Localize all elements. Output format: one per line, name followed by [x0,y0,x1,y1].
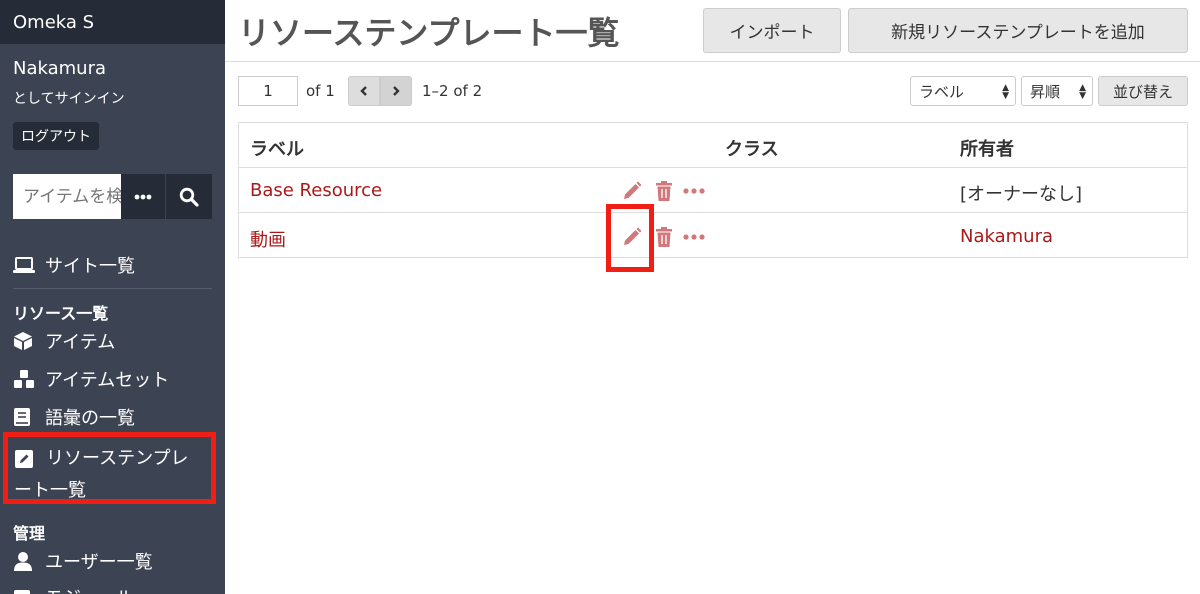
sidebar-item-label: アイテムセット [45,370,170,391]
select-arrows-icon: ▲ ▼ [1079,83,1086,101]
sidebar-item-items[interactable]: アイテム [13,328,115,354]
sidebar-item-modules[interactable]: モジュール [13,584,134,594]
trash-icon [656,181,672,201]
chevron-left-icon [360,86,367,96]
header-divider [225,61,1200,62]
brand-title[interactable]: Omeka S [0,0,225,44]
sidebar-divider [13,288,212,289]
search-form [13,174,212,219]
template-owner-cell: [オーナーなし] [960,184,1083,205]
previous-page-button[interactable] [348,76,380,106]
delete-button[interactable] [654,180,674,202]
template-owner-link[interactable]: Nakamura [960,226,1053,247]
template-label-link[interactable]: 動画 [250,226,286,252]
signed-in-as-text: としてサインイン [13,91,125,107]
sidebar-item-label-line2: ート一覧 [14,480,86,501]
row-divider [239,212,1187,213]
chevron-right-icon [393,86,400,96]
sidebar-item-label: アイテム [45,332,116,353]
puzzle-icon [13,587,37,594]
column-header-label: ラベル [250,139,304,160]
laptop-icon [13,256,37,274]
sidebar-item-label: モジュール [45,584,134,594]
row-divider [239,167,1187,168]
resource-templates-table: ラベル クラス 所有者 Base Resource [オーナーなし] 動画 Na… [238,122,1188,258]
search-options-button[interactable] [121,174,166,219]
page-title: リソーステンプレート一覧 [238,14,620,52]
cube-icon [13,331,37,351]
import-button[interactable]: インポート [703,8,841,53]
template-label-link[interactable]: Base Resource [250,180,382,201]
sort-by-value: ラベル [919,82,965,101]
sidebar-item-sites[interactable]: サイト一覧 [13,252,135,278]
column-header-owner: 所有者 [960,139,1014,160]
more-actions-button[interactable] [682,226,706,248]
sidebar-item-label: リソーステンプレ ート一覧 [14,443,189,507]
sidebar-item-item-sets[interactable]: アイテムセット [13,366,169,392]
search-input[interactable] [13,174,121,219]
trash-icon [656,227,672,247]
sidebar-heading-resources: リソース一覧 [13,304,109,323]
sidebar-item-label-line1: リソーステンプレ [46,448,189,469]
search-icon [179,187,199,207]
more-icon [683,188,705,194]
results-range-text: 1–2 of 2 [422,82,483,100]
user-icon [13,551,37,571]
pencil-icon [624,227,642,245]
sort-by-select[interactable]: ラベル ▲ ▼ [910,76,1016,106]
next-page-button[interactable] [380,76,412,106]
column-header-class: クラス [725,139,779,160]
sidebar-item-label: ユーザー一覧 [45,552,153,573]
more-icon [683,234,705,240]
edit-button[interactable] [621,226,643,248]
edit-button[interactable] [621,180,643,202]
more-actions-button[interactable] [682,180,706,202]
add-resource-template-button[interactable]: 新規リソーステンプレートを追加 [848,8,1188,53]
sort-order-select[interactable]: 昇順 ▲ ▼ [1021,76,1093,106]
sidebar-item-label: 語彙の一覧 [45,408,135,429]
sidebar-item-users[interactable]: ユーザー一覧 [13,548,153,574]
sidebar-item-label: サイト一覧 [45,256,135,277]
book-icon [13,407,37,427]
sort-order-value: 昇順 [1030,82,1061,101]
page-number-input[interactable] [238,76,298,106]
delete-button[interactable] [654,226,674,248]
sidebar-heading-admin: 管理 [13,524,46,543]
select-arrows-icon: ▲ ▼ [1002,83,1009,101]
more-icon [134,194,152,199]
edit-square-icon [14,449,38,469]
sidebar: Omeka S Nakamura としてサインイン ログアウト サイト一覧 リソ… [0,0,225,594]
sidebar-item-resource-templates[interactable]: リソーステンプレ ート一覧 [3,432,216,504]
sidebar-item-vocabularies[interactable]: 語彙の一覧 [13,404,135,430]
sort-button[interactable]: 並び替え [1098,76,1188,106]
cubes-icon [13,369,37,389]
search-submit-button[interactable] [166,174,212,219]
user-name[interactable]: Nakamura [13,58,106,79]
page-count-text: of 1 [306,82,335,100]
logout-button[interactable]: ログアウト [13,122,99,150]
pencil-icon [624,181,642,199]
